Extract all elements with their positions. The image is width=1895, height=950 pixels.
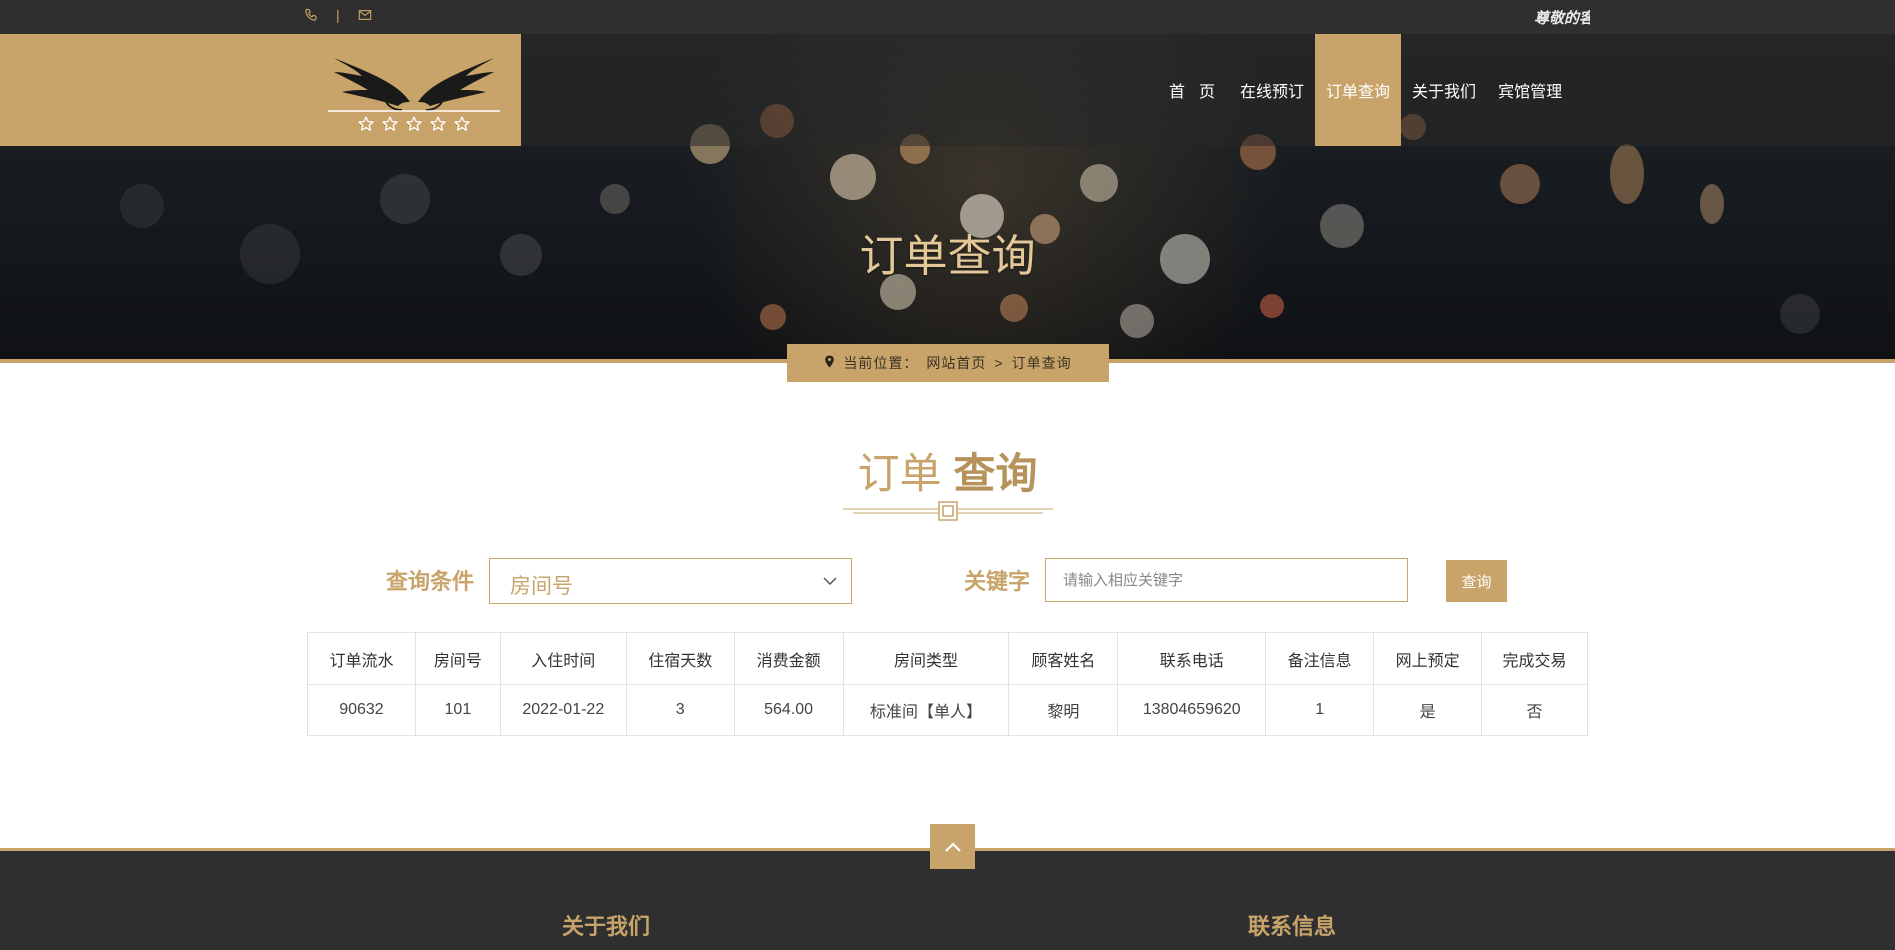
breadcrumb-prefix: 当前位置：	[843, 355, 919, 371]
mail-icon[interactable]	[358, 8, 372, 22]
col-room-type: 房间类型	[842, 632, 1010, 685]
col-stay-days: 住宿天数	[625, 632, 735, 685]
nav-about-us[interactable]: 关于我们	[1401, 34, 1487, 146]
breadcrumb-home-link[interactable]: 网站首页	[926, 353, 986, 373]
contact-icons: |	[304, 8, 372, 22]
condition-select[interactable]: 房间号	[489, 558, 852, 604]
ornament-divider	[843, 501, 1053, 521]
welcome-marquee: 尊敬的客户	[1534, 10, 1590, 27]
footer-contact-title: 联系信息	[1248, 914, 1337, 939]
cell-order-no: 90632	[307, 684, 416, 736]
col-order-no: 订单流水	[307, 632, 416, 685]
footer-about-title: 关于我们	[562, 914, 651, 939]
contact-separator: |	[336, 7, 340, 23]
table-header-row: 订单流水 房间号 入住时间 住宿天数 消费金额 房间类型 顾客姓名 联系电话 备…	[307, 632, 1588, 685]
orders-table: 订单流水 房间号 入住时间 住宿天数 消费金额 房间类型 顾客姓名 联系电话 备…	[307, 632, 1588, 736]
nav-order-query[interactable]: 订单查询	[1315, 34, 1402, 146]
cell-stay-days: 3	[625, 684, 735, 736]
col-guest-name: 顾客姓名	[1008, 632, 1119, 685]
winged-five-star-logo[interactable]	[328, 44, 500, 136]
map-pin-icon	[824, 355, 835, 371]
nav-home[interactable]: 首页	[1158, 34, 1229, 146]
breadcrumb-arrow: >	[994, 355, 1004, 371]
col-online-booking: 网上预定	[1373, 632, 1483, 685]
col-room-no: 房间号	[414, 632, 501, 685]
keyword-input[interactable]	[1045, 558, 1408, 602]
section-title: 订单 查询	[0, 440, 1895, 501]
section-title-bold: 查询	[953, 450, 1038, 497]
hero-title: 订单查询	[859, 232, 1036, 281]
chevron-up-icon	[944, 841, 961, 852]
col-amount: 消费金额	[733, 632, 844, 685]
col-completed: 完成交易	[1481, 632, 1588, 685]
condition-label: 查询条件	[386, 569, 475, 594]
cell-guest-name: 黎明	[1008, 684, 1119, 736]
cell-room-type: 标准间【单人】	[842, 684, 1010, 736]
query-button[interactable]: 查询	[1446, 560, 1507, 602]
chevron-down-icon	[823, 577, 837, 586]
top-bar: | 尊敬的客户	[0, 0, 1895, 34]
condition-select-value: 房间号	[510, 575, 573, 598]
cell-online-booking: 是	[1373, 684, 1483, 736]
cell-room-no: 101	[414, 684, 501, 736]
col-checkin-time: 入住时间	[499, 632, 627, 685]
keyword-label: 关键字	[964, 569, 1031, 594]
cell-remarks: 1	[1265, 684, 1375, 736]
cell-completed: 否	[1481, 684, 1588, 736]
nav-hotel-admin[interactable]: 宾馆管理	[1487, 34, 1573, 146]
cell-phone: 13804659620	[1117, 684, 1267, 736]
breadcrumb-current: 订单查询	[1011, 355, 1072, 371]
table-row: 90632 101 2022-01-22 3 564.00 标准间【单人】 黎明…	[307, 684, 1588, 736]
phone-icon[interactable]	[304, 8, 318, 22]
section-title-light: 订单	[857, 450, 942, 497]
col-remarks: 备注信息	[1265, 632, 1375, 685]
nav-online-booking[interactable]: 在线预订	[1229, 34, 1315, 146]
back-to-top-button[interactable]	[930, 824, 975, 869]
cell-amount: 564.00	[733, 684, 844, 736]
main-nav: 首页 在线预订 订单查询 关于我们 宾馆管理	[1158, 34, 1573, 146]
col-phone: 联系电话	[1117, 632, 1267, 685]
cell-checkin-time: 2022-01-22	[499, 684, 627, 736]
breadcrumb: 当前位置： 网站首页 > 订单查询	[787, 344, 1109, 382]
